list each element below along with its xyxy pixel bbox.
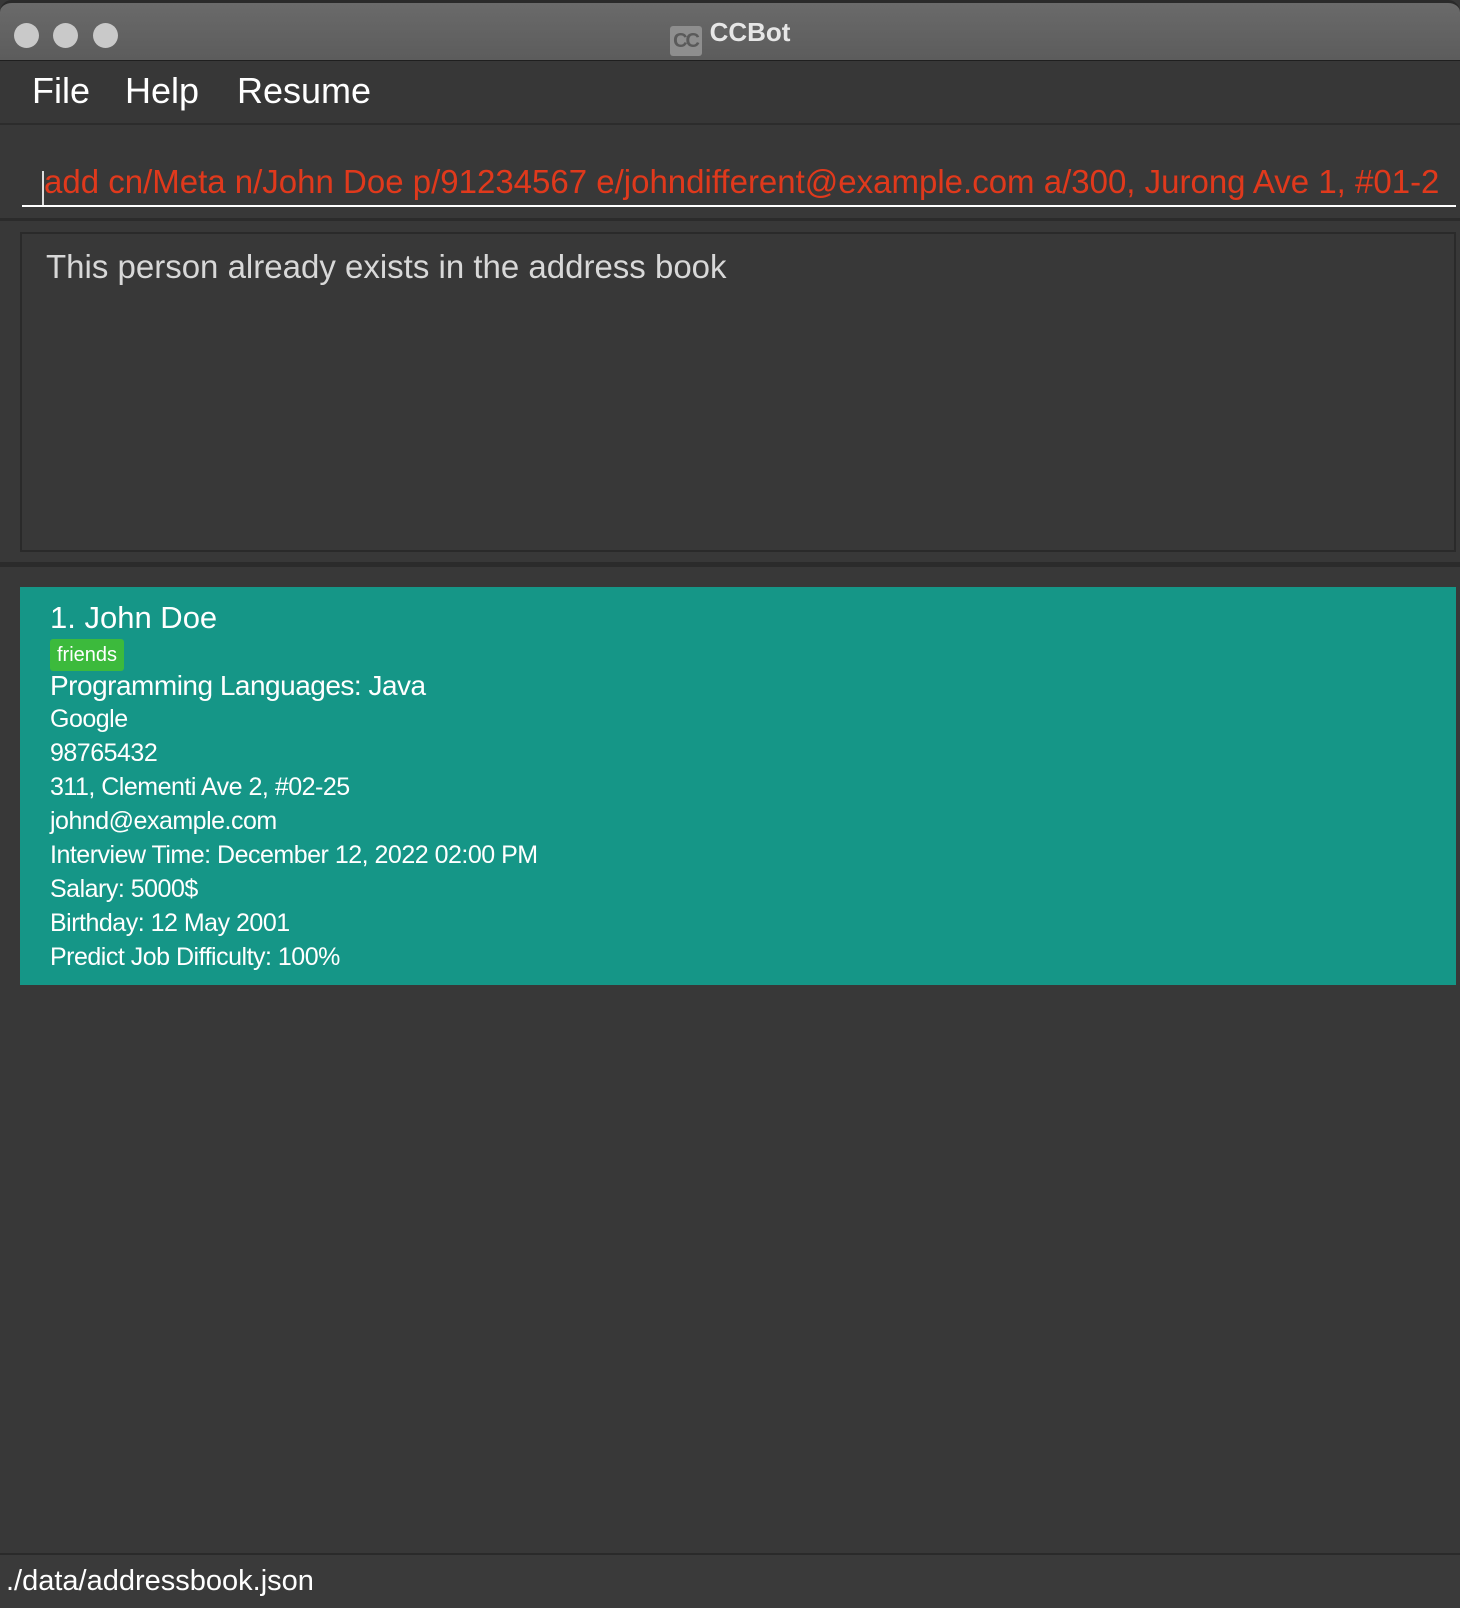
menu-bar: File Help Resume [0, 61, 1460, 125]
window-title: CC CCBot [0, 17, 1460, 56]
person-name: 1. John Doe [50, 600, 218, 635]
command-input-text: add cn/Meta n/John Doe p/91234567 e/john… [44, 163, 1440, 200]
command-input[interactable]: add cn/Meta n/John Doe p/91234567 e/john… [22, 147, 1456, 207]
save-location: ./data/addressbook.json [6, 1565, 314, 1597]
app-window: CC CCBot File Help Resume add cn/Meta n/J… [0, 0, 1460, 1608]
app-icon: CC [669, 26, 702, 56]
menu-help[interactable]: Help [125, 70, 199, 112]
result-display[interactable]: This person already exists in the addres… [20, 232, 1456, 552]
panel-divider[interactable] [0, 562, 1460, 567]
person-languages: Programming Languages: Java [50, 670, 426, 701]
menu-resume[interactable]: Resume [237, 70, 371, 112]
status-bar: ./data/addressbook.json [0, 1553, 1460, 1608]
person-job-difficulty: Predict Job Difficulty: 100% [50, 943, 340, 971]
person-tag: friends [50, 639, 125, 671]
person-company: Google [50, 705, 128, 733]
menu-file[interactable]: File [32, 70, 90, 112]
person-salary: Salary: 5000$ [50, 875, 198, 903]
title-bar: CC CCBot [0, 0, 1460, 61]
command-box-panel: add cn/Meta n/John Doe p/91234567 e/john… [0, 127, 1460, 221]
person-interview-time: Interview Time: December 12, 2022 02:00 … [50, 841, 538, 869]
person-email: johnd@example.com [50, 807, 277, 835]
person-birthday: Birthday: 12 May 2001 [50, 909, 290, 937]
person-phone: 98765432 [50, 739, 158, 767]
person-address: 311, Clementi Ave 2, #02-25 [50, 773, 350, 801]
result-message: This person already exists in the addres… [46, 248, 727, 285]
window-title-text: CCBot [709, 17, 791, 47]
person-card[interactable]: 1. John Doe friends Programming Language… [20, 587, 1456, 985]
